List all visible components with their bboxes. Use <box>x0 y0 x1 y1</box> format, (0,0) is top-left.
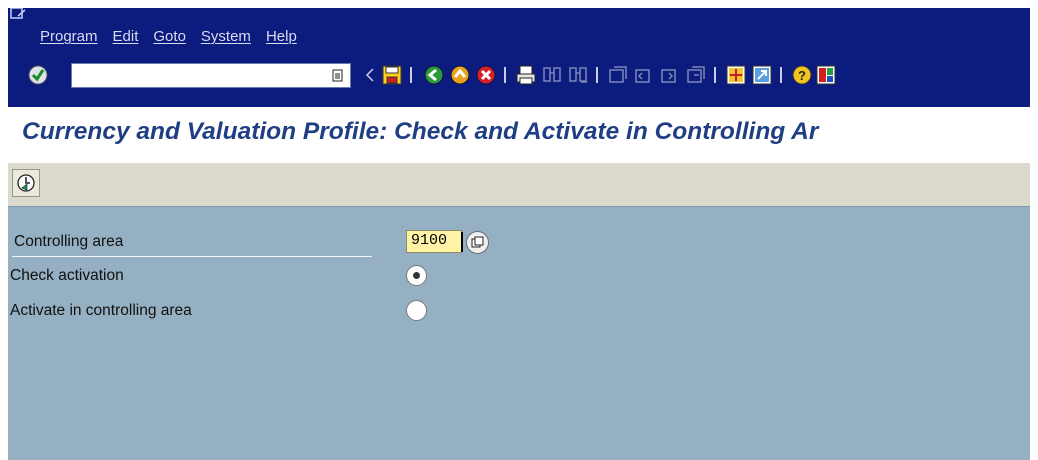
next-page-icon[interactable] <box>658 63 682 87</box>
activate-in-controlling-area-label: Activate in controlling area <box>10 302 192 319</box>
command-input[interactable] <box>78 67 312 84</box>
standard-toolbar: ? <box>8 57 1030 107</box>
save-icon[interactable] <box>380 63 404 87</box>
menu-edit[interactable]: Edit <box>113 28 139 45</box>
command-field[interactable] <box>71 63 351 88</box>
svg-text:?: ? <box>798 68 806 83</box>
check-activation-label: Check activation <box>10 267 124 284</box>
activate-in-controlling-area-radio[interactable] <box>406 300 427 321</box>
execute-button[interactable] <box>12 169 40 197</box>
menu-system[interactable]: System <box>201 28 251 45</box>
page-title: Currency and Valuation Profile: Check an… <box>22 118 819 145</box>
enter-icon[interactable] <box>26 63 50 87</box>
label-underline <box>12 256 372 257</box>
menu-program[interactable]: Program <box>40 28 98 45</box>
text-cursor <box>461 232 463 252</box>
find-next-icon[interactable] <box>566 63 590 87</box>
customize-layout-icon[interactable] <box>814 63 838 87</box>
prev-arrow-icon[interactable] <box>358 63 382 87</box>
value-help-icon <box>471 236 484 248</box>
shortcut-icon[interactable] <box>750 63 774 87</box>
first-page-icon[interactable] <box>606 63 630 87</box>
cancel-icon[interactable] <box>474 63 498 87</box>
toolbar-separator <box>714 67 716 83</box>
help-icon[interactable]: ? <box>790 63 814 87</box>
radio-selected-dot <box>413 272 420 279</box>
controlling-area-label: Controlling area <box>14 233 124 250</box>
toolbar-separator <box>596 67 598 83</box>
exit-icon[interactable] <box>448 63 472 87</box>
find-icon[interactable] <box>540 63 564 87</box>
menu-bar: Program Edit Goto System Help <box>8 8 1030 57</box>
toolbar-separator <box>780 67 782 83</box>
selection-screen: Controlling area 9100 Check activation A… <box>8 206 1030 460</box>
command-dropdown-icon[interactable] <box>332 69 344 82</box>
menu-goto[interactable]: Goto <box>153 28 186 45</box>
application-toolbar <box>8 163 1030 206</box>
create-session-icon[interactable] <box>724 63 748 87</box>
title-bar: Currency and Valuation Profile: Check an… <box>8 107 1030 163</box>
toolbar-separator <box>410 67 412 83</box>
execute-icon <box>17 174 35 192</box>
previous-page-icon[interactable] <box>632 63 656 87</box>
toolbar-separator <box>504 67 506 83</box>
system-menu-icon[interactable] <box>10 8 26 22</box>
controlling-area-input[interactable]: 9100 <box>406 230 462 253</box>
check-activation-radio[interactable] <box>406 265 427 286</box>
print-icon[interactable] <box>514 63 538 87</box>
sap-window: Program Edit Goto System Help ? Currency… <box>8 8 1030 460</box>
back-icon[interactable] <box>422 63 446 87</box>
value-help-button[interactable] <box>466 231 489 254</box>
menu-help[interactable]: Help <box>266 28 297 45</box>
last-page-icon[interactable] <box>684 63 708 87</box>
